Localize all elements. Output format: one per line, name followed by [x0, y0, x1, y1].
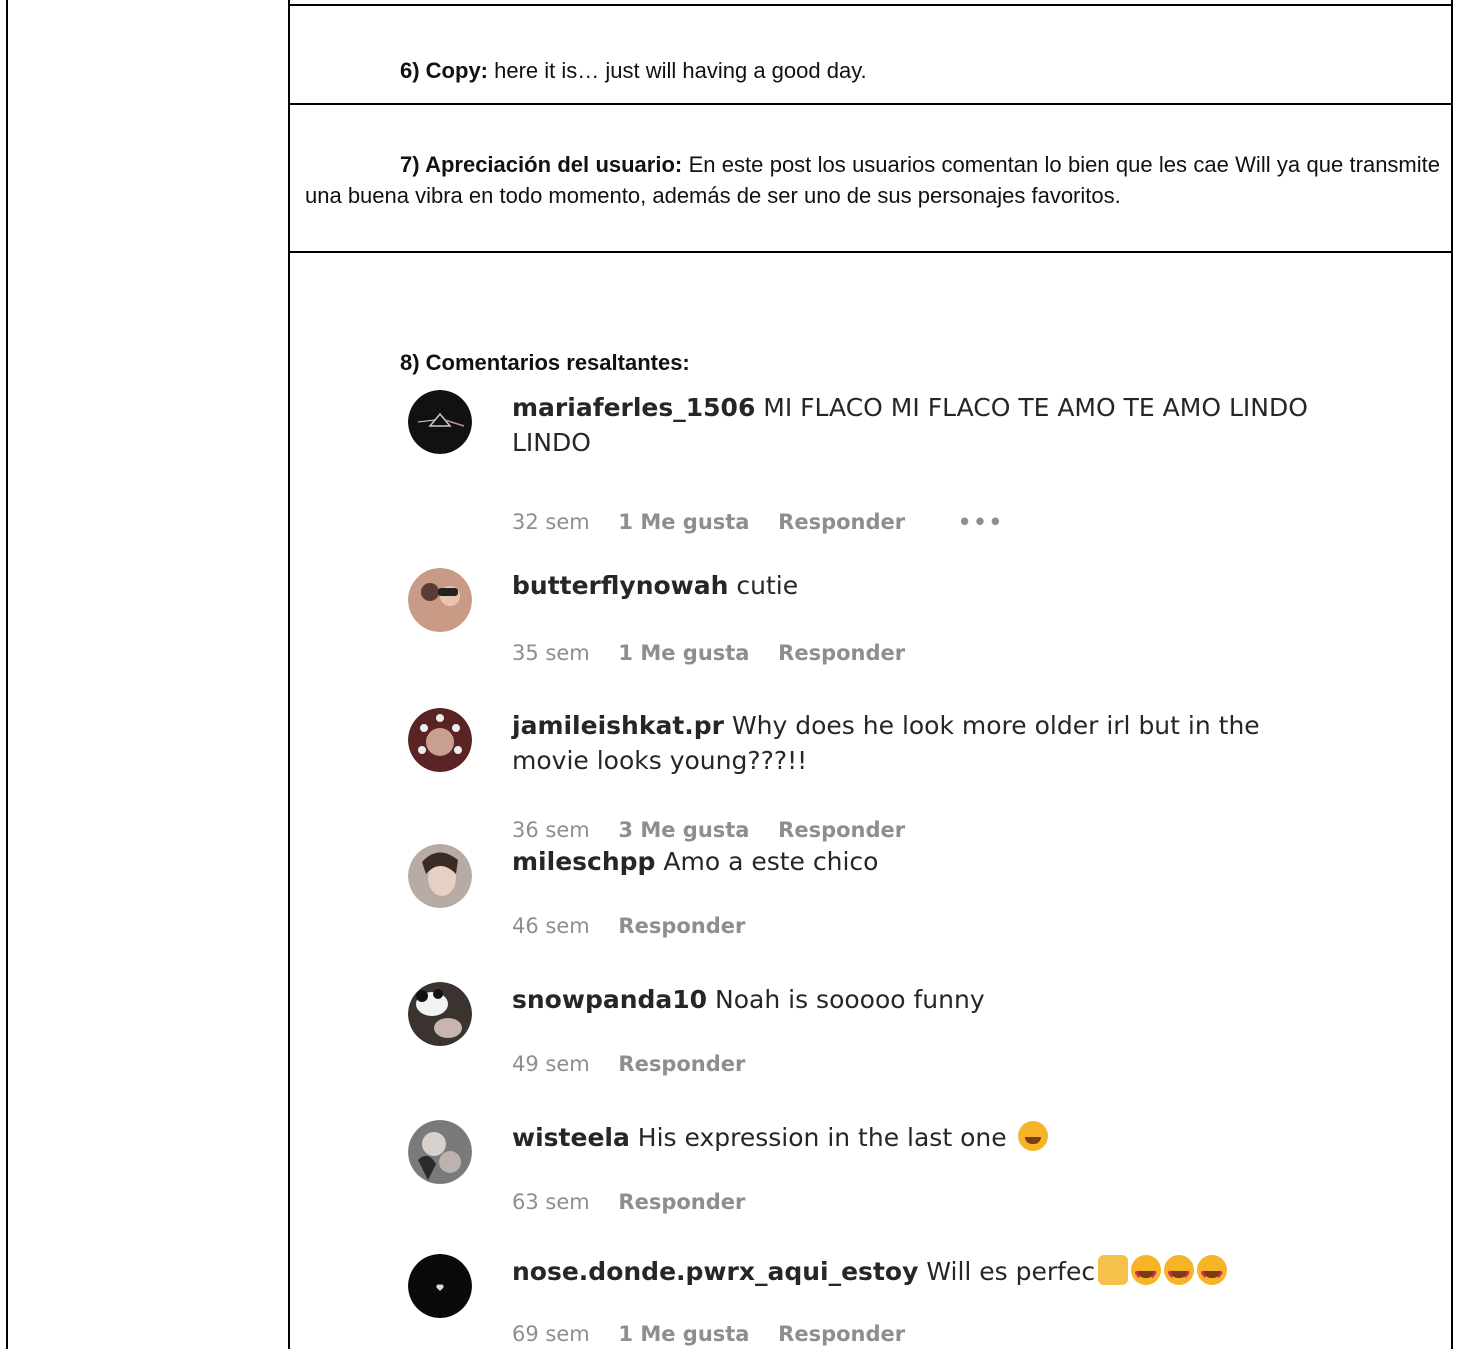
- table-row-border: [288, 103, 1453, 105]
- heart-eyes-emoji-icon: [1164, 1255, 1195, 1293]
- reply-button[interactable]: Responder: [618, 1052, 745, 1076]
- comment-meta: 32 sem 1 Me gusta Responder •••: [512, 510, 1026, 534]
- comment-username[interactable]: mileschpp: [512, 847, 655, 876]
- reply-button[interactable]: Responder: [778, 510, 905, 534]
- reply-button[interactable]: Responder: [618, 914, 745, 938]
- avatar[interactable]: [408, 1254, 472, 1318]
- comment-meta: 35 sem 1 Me gusta Responder: [512, 641, 927, 665]
- avatar[interactable]: [408, 844, 472, 908]
- more-options-icon[interactable]: •••: [958, 510, 1004, 534]
- reply-button[interactable]: Responder: [618, 1190, 745, 1214]
- comment-time: 63 sem: [512, 1190, 590, 1214]
- comment-time: 69 sem: [512, 1322, 590, 1346]
- comment-text: mariaferles_1506 MI FLACO MI FLACO TE AM…: [512, 390, 1332, 460]
- comment-text: mileschpp Amo a este chico: [512, 844, 1332, 879]
- grinning-emoji-icon: [1017, 1121, 1048, 1151]
- comment-meta: 63 sem Responder: [512, 1190, 767, 1214]
- avatar[interactable]: [408, 1120, 472, 1184]
- comment-message: Amo a este chico: [655, 847, 879, 876]
- comment-likes[interactable]: 1 Me gusta: [618, 510, 749, 534]
- avatar[interactable]: [408, 982, 472, 1046]
- comment-text: jamileishkat.pr Why does he look more ol…: [512, 708, 1332, 778]
- comment-time: 35 sem: [512, 641, 590, 665]
- comment-text: wisteela His expression in the last one: [512, 1120, 1332, 1155]
- avatar[interactable]: [408, 390, 472, 454]
- comment-likes[interactable]: 3 Me gusta: [618, 818, 749, 842]
- comment-message: Will es perfec: [918, 1257, 1096, 1286]
- heart-eyes-emoji-icon: [1197, 1255, 1228, 1293]
- comment-time: 32 sem: [512, 510, 590, 534]
- comment-username[interactable]: mariaferles_1506: [512, 393, 755, 422]
- table-row-border: [288, 4, 1453, 6]
- comment-meta: 69 sem 1 Me gusta Responder: [512, 1322, 927, 1346]
- comment-time: 49 sem: [512, 1052, 590, 1076]
- comment-text: butterflynowah cutie: [512, 568, 1332, 603]
- appreciation-label: 7) Apreciación del usuario:: [400, 152, 683, 177]
- comment-username[interactable]: snowpanda10: [512, 985, 707, 1014]
- comment-username[interactable]: jamileishkat.pr: [512, 711, 724, 740]
- comment-meta: 36 sem 3 Me gusta Responder: [512, 818, 927, 842]
- comments-title: 8) Comentarios resaltantes:: [400, 350, 690, 375]
- comment-likes[interactable]: 1 Me gusta: [618, 641, 749, 665]
- avatar[interactable]: [408, 708, 472, 772]
- raised-hands-emoji-icon: [1098, 1255, 1129, 1285]
- reply-button[interactable]: Responder: [778, 641, 905, 665]
- table-row-border: [288, 251, 1453, 253]
- comment-time: 46 sem: [512, 914, 590, 938]
- reply-button[interactable]: Responder: [778, 1322, 905, 1346]
- copy-label: 6) Copy:: [400, 58, 488, 83]
- comment-message: cutie: [728, 571, 799, 600]
- avatar[interactable]: [408, 568, 472, 632]
- table-left-border: [6, 0, 8, 1349]
- table-right-border: [1451, 0, 1453, 1349]
- copy-section: 6) Copy: here it is… just will having a …: [290, 55, 1450, 86]
- comment-text: snowpanda10 Noah is sooooo funny: [512, 982, 1332, 1017]
- comment-message: His expression in the last one: [629, 1123, 1015, 1152]
- comment-meta: 49 sem Responder: [512, 1052, 767, 1076]
- comment-username[interactable]: butterflynowah: [512, 571, 728, 600]
- comment-username[interactable]: nose.donde.pwrx_aqui_estoy: [512, 1257, 918, 1286]
- reply-button[interactable]: Responder: [778, 818, 905, 842]
- comment-time: 36 sem: [512, 818, 590, 842]
- heart-eyes-emoji-icon: [1131, 1255, 1162, 1293]
- comment-likes[interactable]: 1 Me gusta: [618, 1322, 749, 1346]
- appreciation-section: 7) Apreciación del usuario: En este post…: [290, 149, 1450, 211]
- comment-meta: 46 sem Responder: [512, 914, 767, 938]
- comment-text: nose.donde.pwrx_aqui_estoy Will es perfe…: [512, 1254, 1332, 1293]
- copy-text: here it is… just will having a good day.: [488, 58, 867, 83]
- comment-username[interactable]: wisteela: [512, 1123, 630, 1152]
- comment-message: Noah is sooooo funny: [707, 985, 985, 1014]
